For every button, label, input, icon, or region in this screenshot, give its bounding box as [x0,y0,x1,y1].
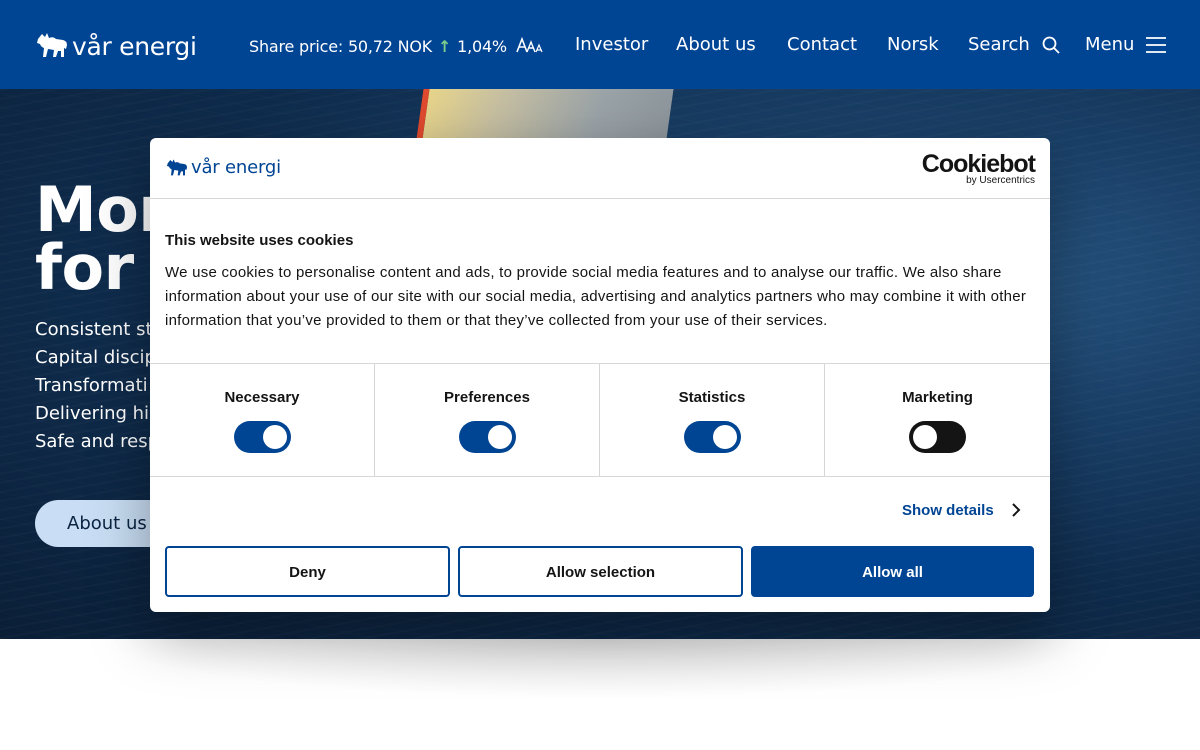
search-button[interactable]: Search [968,34,1060,55]
section-shadow [100,639,1100,699]
hero-bullet: Transformati [35,375,148,396]
dialog-title: This website uses cookies [165,232,354,249]
nav-about-us[interactable]: About us [676,34,756,55]
necessary-toggle[interactable] [234,421,291,453]
hero-bullet: Delivering hi [35,403,150,424]
category-label: Preferences [444,389,530,406]
menu-label: Menu [1085,34,1135,55]
category-label: Necessary [224,389,300,406]
dialog-logo-text: vår energi [191,157,281,178]
hamburger-menu-icon [1146,37,1167,53]
cookie-consent-dialog: vår energi Cookiebot by Usercentrics Thi… [150,138,1050,612]
share-price-change: 1,04% [457,37,507,56]
toggle-knob [713,425,737,449]
category-necessary: Necessary [150,364,375,476]
marketing-toggle[interactable] [909,421,966,453]
search-icon [1042,36,1060,54]
dog-logo-icon [167,158,187,175]
allow-all-button[interactable]: Allow all [751,546,1034,597]
font-size-icon[interactable] [516,37,548,55]
toggle-knob [488,425,512,449]
consent-categories: Necessary Preferences Statistics Marketi… [150,363,1050,477]
category-label: Statistics [678,389,746,406]
dialog-header: vår energi Cookiebot by Usercentrics [150,138,1050,199]
hero-bullet: Consistent st [35,319,153,340]
show-details-link[interactable]: Show details [902,502,994,519]
nav-norsk[interactable]: Norsk [887,34,939,55]
share-price-label: Share price: 50,72 NOK [249,37,433,56]
toggle-knob [263,425,287,449]
chevron-right-icon[interactable] [1010,500,1022,520]
cookiebot-logo-main: Cookiebot [921,150,1036,178]
dialog-brand-logo: vår energi [166,157,281,178]
search-label: Search [968,34,1030,55]
dog-logo-icon [37,33,67,57]
hero-bullet: Capital discip [35,347,156,368]
toggle-knob [913,425,937,449]
share-price[interactable]: Share price: 50,72 NOK ↑ 1,04% [249,37,507,56]
dialog-description: We use cookies to personalise content an… [165,264,1027,329]
arrow-up-icon: ↑ [438,37,452,56]
preferences-toggle[interactable] [459,421,516,453]
dialog-body: This website uses cookies We use cookies… [165,232,1035,333]
category-label: Marketing [902,389,973,406]
hero-bullet-list: Consistent st Capital discip Transformat… [35,316,159,456]
menu-button[interactable]: Menu [1085,34,1167,55]
category-preferences: Preferences [375,364,600,476]
statistics-toggle[interactable] [684,421,741,453]
nav-investor[interactable]: Investor [575,34,648,55]
category-statistics: Statistics [600,364,825,476]
nav-contact[interactable]: Contact [787,34,857,55]
brand-logo-text: vår energi [72,31,197,61]
category-marketing: Marketing [825,364,1050,476]
site-header: vår energi Share price: 50,72 NOK ↑ 1,04… [0,0,1200,89]
cookiebot-logo[interactable]: Cookiebot by Usercentrics [921,150,1036,186]
allow-selection-button[interactable]: Allow selection [458,546,743,597]
brand-logo[interactable]: vår energi [36,30,197,62]
deny-button[interactable]: Deny [165,546,450,597]
hero-bullet: Safe and resp [35,431,160,452]
